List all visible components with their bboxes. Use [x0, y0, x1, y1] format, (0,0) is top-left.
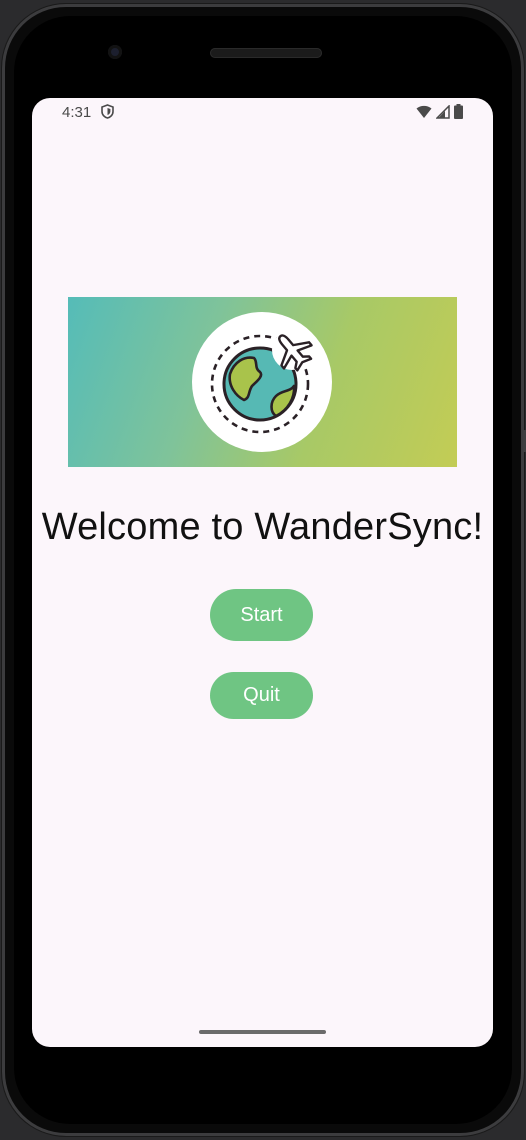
- welcome-title: Welcome to WanderSync!: [41, 506, 484, 548]
- shield-icon: [101, 104, 114, 124]
- quit-button[interactable]: Quit: [210, 672, 313, 719]
- status-time: 4:31: [62, 104, 92, 121]
- hero-banner: [68, 297, 457, 467]
- signal-icon: [435, 103, 450, 124]
- start-button[interactable]: Start: [210, 589, 313, 641]
- app-screen: 4:31 Welcome to WanderSync! Start Quit: [32, 98, 493, 1047]
- status-bar: 4:31: [32, 98, 493, 126]
- gesture-nav-handle[interactable]: [199, 1030, 326, 1034]
- status-icons: [416, 103, 463, 124]
- front-camera: [108, 45, 122, 59]
- globe-airplane-icon: [192, 312, 332, 452]
- wifi-icon: [416, 105, 432, 124]
- earpiece-speaker: [210, 48, 322, 58]
- battery-icon: [454, 104, 463, 124]
